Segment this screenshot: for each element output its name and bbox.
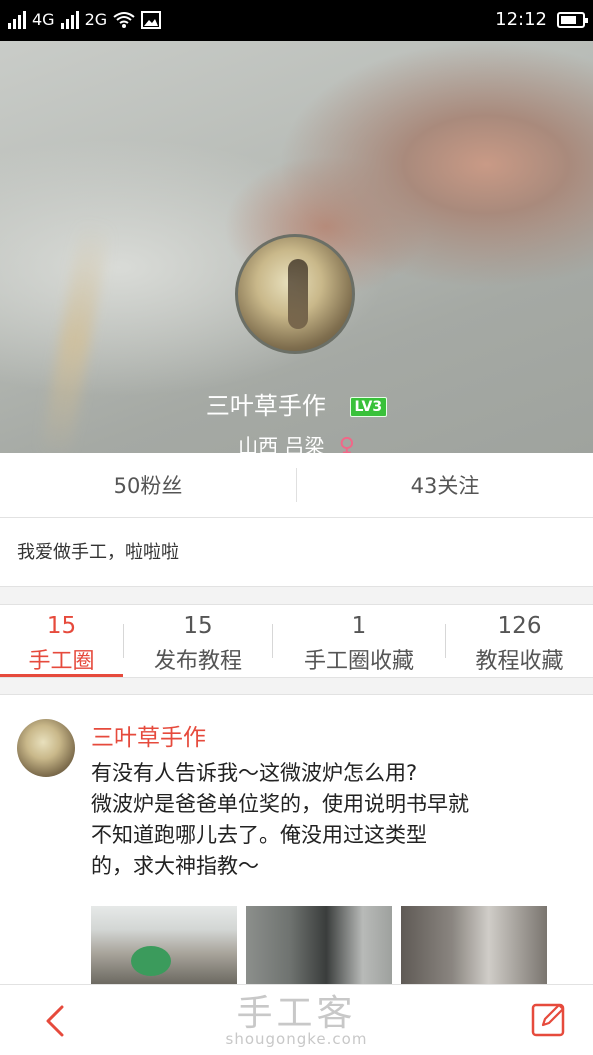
- level-badge: LV3: [349, 397, 388, 417]
- follow-stats: 50粉丝 43关注: [0, 453, 593, 518]
- post-author-name[interactable]: 三叶草手作: [91, 718, 206, 752]
- tab-label: 教程收藏: [475, 649, 564, 674]
- post-line: 有没有人告诉我～这微波炉怎么用?: [91, 761, 418, 785]
- wifi-icon: [113, 11, 135, 28]
- tab-count: 126: [497, 613, 542, 639]
- profile-name-row: 三叶草手作 LV3: [0, 386, 593, 421]
- network-type-1: 4G: [32, 10, 55, 29]
- section-gap: [0, 587, 593, 605]
- tab-tutorial-favorites[interactable]: 126 教程收藏: [446, 605, 593, 677]
- profile-tabs: 15 手工圈 15 发布教程 1 手工圈收藏 126 教程收藏: [0, 605, 593, 677]
- tab-circle-favorites[interactable]: 1 手工圈收藏: [273, 605, 445, 677]
- tab-label: 发布教程: [153, 649, 242, 674]
- section-gap: [0, 677, 593, 695]
- post-image[interactable]: [246, 906, 392, 984]
- image-notification-icon: [141, 10, 162, 29]
- tab-count: 15: [46, 613, 77, 639]
- profile-name: 三叶草手作: [205, 392, 326, 420]
- post-line: 微波炉是爸爸单位奖的，使用说明书早就: [91, 792, 469, 816]
- network-type-2: 2G: [84, 10, 108, 29]
- clock: 12:12: [495, 9, 547, 30]
- post-image[interactable]: [401, 906, 547, 984]
- watermark-logo: 手工客: [236, 993, 357, 1034]
- battery-icon: [557, 11, 588, 28]
- female-icon: ♀: [338, 434, 355, 453]
- fans-count[interactable]: 50粉丝: [0, 470, 296, 500]
- tab-count: 15: [183, 613, 213, 639]
- post-line: 的，求大神指教～: [91, 854, 259, 878]
- profile-location-row: 山西 吕梁 ♀: [0, 430, 593, 453]
- profile-location: 山西 吕梁: [238, 434, 325, 453]
- signal-icon-2: [60, 10, 79, 29]
- status-bar: 4G 2G 12:12: [0, 0, 593, 41]
- bio-text: 我爱做手工，啦啦啦: [17, 542, 179, 563]
- tab-label: 手工圈收藏: [303, 649, 414, 674]
- following-count[interactable]: 43关注: [297, 470, 593, 500]
- tab-handcraft-circle[interactable]: 15 手工圈: [0, 605, 123, 677]
- post-item[interactable]: 三叶草手作 有没有人告诉我～这微波炉怎么用? 微波炉是爸爸单位奖的，使用说明书早…: [0, 694, 593, 984]
- signal-icon: [8, 10, 26, 29]
- bio-section: 我爱做手工，啦啦啦: [0, 518, 593, 587]
- post-images: [91, 906, 547, 984]
- post-author-avatar[interactable]: [17, 719, 75, 777]
- tab-label: 手工圈: [28, 649, 95, 674]
- profile-avatar[interactable]: [235, 234, 355, 354]
- post-image[interactable]: [91, 906, 237, 984]
- tab-published-tutorials[interactable]: 15 发布教程: [124, 605, 272, 677]
- post-line: 不知道跑哪儿去了。俺没用过这类型: [91, 823, 427, 847]
- profile-cover: 三叶草手作 LV3 山西 吕梁 ♀: [0, 41, 593, 453]
- watermark: 手工客 shougongke.com: [0, 993, 593, 1049]
- watermark-url: shougongke.com: [225, 1030, 368, 1048]
- tab-count: 1: [351, 613, 367, 639]
- post-body: 有没有人告诉我～这微波炉怎么用? 微波炉是爸爸单位奖的，使用说明书早就 不知道跑…: [91, 758, 561, 882]
